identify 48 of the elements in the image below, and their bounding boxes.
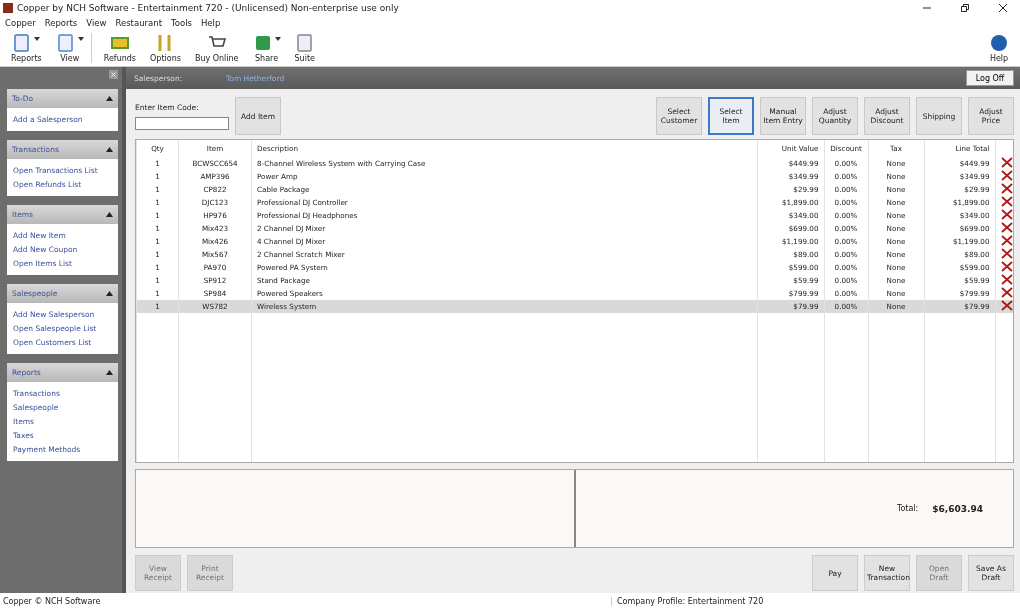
delete-icon[interactable] bbox=[1000, 235, 1013, 246]
close-icon[interactable] bbox=[999, 4, 1007, 12]
help-button[interactable]: Help bbox=[982, 33, 1016, 63]
delete-icon[interactable] bbox=[1000, 183, 1013, 194]
menu-item[interactable]: Reports bbox=[44, 18, 78, 28]
app-icon bbox=[3, 3, 13, 13]
log-off-button[interactable]: Log Off bbox=[966, 70, 1014, 86]
menu-item[interactable]: View bbox=[86, 18, 107, 28]
toolbar-button[interactable]: Reports bbox=[4, 33, 49, 63]
menu-item[interactable]: Tools bbox=[171, 18, 192, 28]
dropdown-caret-icon bbox=[34, 37, 41, 41]
delete-icon[interactable] bbox=[1000, 300, 1013, 311]
minimize-icon[interactable] bbox=[923, 4, 931, 12]
delete-icon[interactable] bbox=[1000, 248, 1013, 259]
dropdown-caret-icon bbox=[77, 37, 84, 41]
collapse-icon[interactable] bbox=[106, 291, 113, 296]
suite-icon bbox=[294, 33, 315, 53]
status-text: Copper © NCH Software bbox=[2, 596, 102, 606]
toolbar-button[interactable]: Options bbox=[143, 33, 188, 63]
delete-icon[interactable] bbox=[1000, 287, 1013, 298]
item-code-field[interactable] bbox=[135, 116, 229, 130]
window-title: Copper by NCH Software - Entertainment 720 - (Unlicensed) Non-enterprise use only bbox=[17, 3, 400, 13]
delete-icon[interactable] bbox=[1000, 196, 1013, 207]
delete-icon[interactable] bbox=[1000, 209, 1013, 220]
help-icon bbox=[989, 33, 1009, 53]
toolbar-button[interactable]: View bbox=[48, 33, 91, 63]
view-icon bbox=[55, 33, 76, 53]
menu-item[interactable]: Restaurant bbox=[115, 18, 162, 28]
toolbar-button[interactable]: Refunds bbox=[90, 33, 143, 63]
delete-icon[interactable] bbox=[1000, 170, 1013, 181]
toolbar-button[interactable]: Buy Online bbox=[187, 33, 246, 63]
collapse-icon[interactable] bbox=[106, 96, 113, 101]
delete-icon[interactable] bbox=[1000, 261, 1013, 272]
total-label: Total: bbox=[896, 504, 919, 513]
menu-item[interactable]: Copper bbox=[5, 18, 36, 28]
total-value: $6,603.94 bbox=[932, 503, 983, 514]
collapse-icon[interactable] bbox=[106, 370, 113, 375]
collapse-icon[interactable] bbox=[106, 212, 113, 217]
toolbar-button[interactable]: Suite bbox=[287, 33, 322, 63]
dropdown-caret-icon bbox=[274, 37, 281, 41]
collapse-icon[interactable] bbox=[106, 147, 113, 152]
restore-icon[interactable] bbox=[961, 4, 969, 12]
status-text: Company Profile: Entertainment 720 bbox=[611, 596, 764, 606]
delete-icon[interactable] bbox=[1000, 222, 1013, 233]
delete-icon[interactable] bbox=[1000, 157, 1013, 168]
toolbar-button[interactable]: Share bbox=[245, 33, 288, 63]
menu-item[interactable]: Help bbox=[200, 18, 221, 28]
delete-icon[interactable] bbox=[1000, 274, 1013, 285]
